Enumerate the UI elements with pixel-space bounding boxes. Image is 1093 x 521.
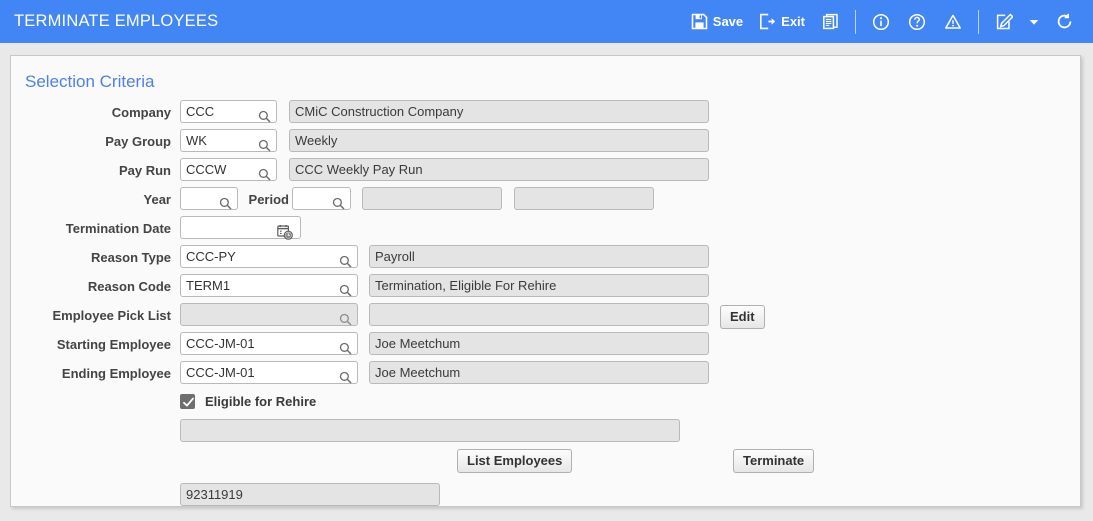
- toolbar-dropdown-button[interactable]: [1022, 13, 1046, 31]
- save-button[interactable]: Save: [683, 10, 751, 33]
- form-row-reason-code: Reason Code TERM1 Termination, Eligible …: [11, 274, 1080, 303]
- terminate-button[interactable]: Terminate: [733, 449, 815, 473]
- form-row-pay-group: Pay Group WK Weekly: [11, 129, 1080, 158]
- form-row-status-value: 92311919: [11, 478, 1080, 508]
- period-input[interactable]: [292, 187, 351, 210]
- form-row-year-period: Year Period: [11, 187, 1080, 216]
- form-row-actions: List Employees Terminate: [11, 446, 1080, 478]
- eligible-for-rehire-label: Eligible for Rehire: [205, 394, 317, 409]
- eligible-for-rehire-checkbox-group[interactable]: Eligible for Rehire: [180, 394, 316, 409]
- status-value-field: 92311919: [180, 483, 440, 506]
- starting-employee-label: Starting Employee: [56, 337, 171, 352]
- reason-type-code-input[interactable]: CCC-PY: [180, 245, 358, 268]
- reason-code-label: Reason Code: [87, 279, 171, 294]
- period-label: Period: [248, 192, 289, 207]
- message-bar: [180, 419, 680, 442]
- period-description-2: [514, 187, 654, 210]
- reason-code-description: Termination, Eligible For Rehire: [369, 274, 709, 297]
- ending-employee-description: Joe Meetchum: [369, 361, 709, 384]
- warning-icon: [944, 13, 962, 31]
- reason-type-label: Reason Type: [91, 250, 171, 265]
- form-row-company: Company CCC CMiC Construction Company: [11, 100, 1080, 129]
- exit-button-label: Exit: [781, 14, 805, 29]
- edit-note-icon: [995, 12, 1013, 31]
- termination-date-input[interactable]: [180, 216, 301, 239]
- pay-run-label: Pay Run: [118, 163, 171, 178]
- save-button-label: Save: [712, 14, 744, 29]
- company-code-input[interactable]: CCC: [180, 100, 277, 123]
- form-row-starting-employee: Starting Employee CCC-JM-01 Joe Meetchum: [11, 332, 1080, 361]
- refresh-icon: [1055, 12, 1074, 31]
- copy-document-button[interactable]: [813, 10, 848, 33]
- pay-group-label: Pay Group: [105, 134, 171, 149]
- help-button[interactable]: [899, 10, 935, 34]
- ending-employee-code-input[interactable]: CCC-JM-01: [180, 361, 358, 384]
- exit-icon: [759, 13, 776, 30]
- ending-employee-label: Ending Employee: [61, 366, 171, 381]
- form-row-eligible-for-rehire: Eligible for Rehire: [11, 390, 1080, 416]
- toolbar-separator-1: [855, 9, 856, 34]
- app-titlebar: TERMINATE EMPLOYEES Save Exit: [0, 0, 1093, 43]
- selection-criteria-panel: Selection Criteria Company CCC CMiC Cons…: [10, 55, 1081, 507]
- exit-button[interactable]: Exit: [751, 10, 813, 33]
- reason-code-input[interactable]: TERM1: [180, 274, 358, 297]
- form-row-message-bar: [11, 416, 1080, 446]
- form-row-reason-type: Reason Type CCC-PY Payroll: [11, 245, 1080, 274]
- toolbar-separator-2: [978, 9, 979, 34]
- edit-note-button[interactable]: [986, 10, 1022, 34]
- starting-employee-code-input[interactable]: CCC-JM-01: [180, 332, 358, 355]
- info-button[interactable]: [863, 10, 899, 34]
- info-icon: [872, 13, 890, 31]
- panel-title: Selection Criteria: [25, 72, 155, 91]
- copy-document-icon: [822, 13, 839, 30]
- form-row-ending-employee: Ending Employee CCC-JM-01 Joe Meetchum: [11, 361, 1080, 390]
- company-description: CMiC Construction Company: [289, 100, 709, 123]
- eligible-for-rehire-checkbox[interactable]: [180, 394, 195, 409]
- save-icon: [691, 13, 708, 30]
- form-row-pay-run: Pay Run CCCW CCC Weekly Pay Run: [11, 158, 1080, 187]
- help-icon: [908, 13, 926, 31]
- period-description-1: [362, 187, 502, 210]
- titlebar-toolbar: Save Exit: [683, 9, 1083, 34]
- employee-pick-list-input[interactable]: [180, 303, 358, 326]
- year-label: Year: [143, 192, 171, 207]
- company-label: Company: [111, 105, 171, 120]
- refresh-button[interactable]: [1046, 9, 1083, 34]
- selection-criteria-form: Company CCC CMiC Construction Company Pa…: [11, 100, 1080, 508]
- employee-pick-list-label: Employee Pick List: [52, 308, 172, 323]
- warning-button[interactable]: [935, 10, 971, 34]
- chevron-down-icon: [1028, 16, 1040, 28]
- pay-run-code-input[interactable]: CCCW: [180, 158, 277, 181]
- pay-run-description: CCC Weekly Pay Run: [289, 158, 709, 181]
- starting-employee-description: Joe Meetchum: [369, 332, 709, 355]
- edit-pick-list-button[interactable]: Edit: [720, 305, 765, 329]
- pay-group-description: Weekly: [289, 129, 709, 152]
- page-title: TERMINATE EMPLOYEES: [14, 12, 219, 30]
- pay-group-code-input[interactable]: WK: [180, 129, 277, 152]
- form-row-termination-date: Termination Date: [11, 216, 1080, 245]
- form-row-employee-pick-list: Employee Pick List Edit: [11, 303, 1080, 332]
- reason-type-description: Payroll: [369, 245, 709, 268]
- employee-pick-list-description: [369, 303, 709, 326]
- list-employees-button[interactable]: List Employees: [457, 449, 573, 473]
- termination-date-label: Termination Date: [65, 221, 171, 236]
